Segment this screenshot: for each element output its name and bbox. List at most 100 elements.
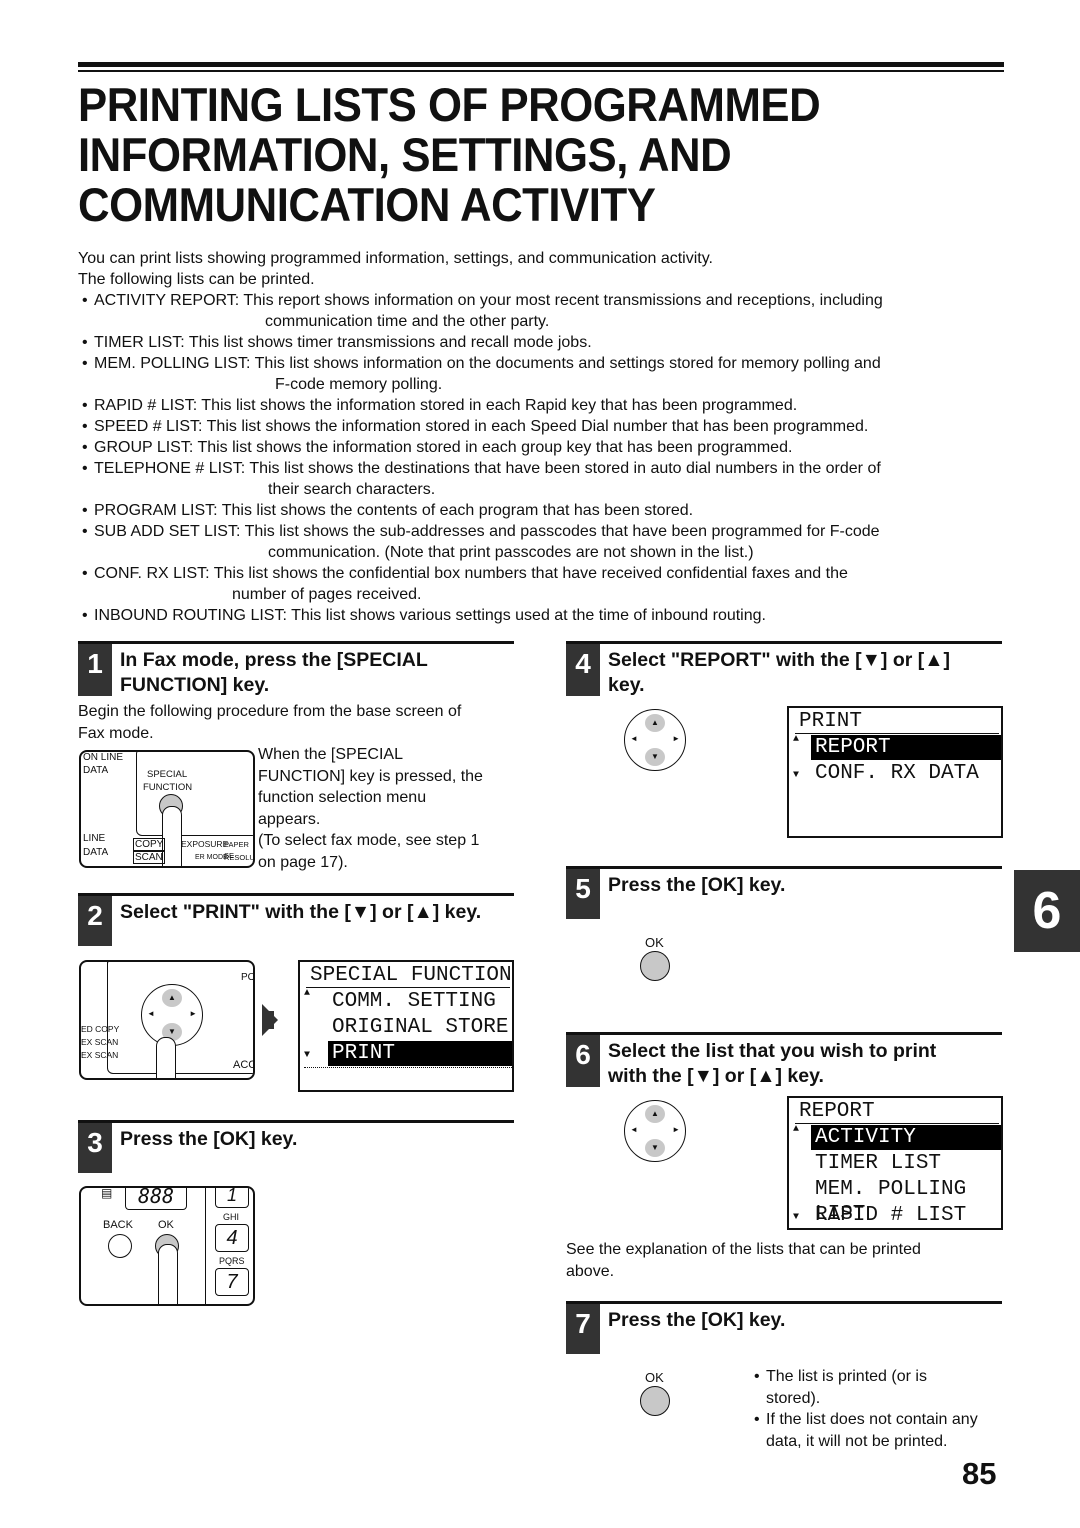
scroll-up-icon: ▲ (793, 1124, 800, 1135)
lcd-menu-item-selected[interactable]: REPORT (811, 735, 1001, 760)
page-title-line: COMMUNICATION ACTIVITY (78, 178, 656, 231)
list-item: PROGRAM LIST: This list shows the conten… (80, 500, 1005, 521)
list-item: INBOUND ROUTING LIST: This list shows va… (80, 605, 1005, 626)
lcd-special-function: SPECIAL FUNCTION ▲ COMM. SETTING ORIGINA… (298, 960, 514, 1092)
intro-line: You can print lists showing programmed i… (78, 250, 713, 267)
step-4-header: 4 Select "REPORT" with the [▼] or [▲] ke… (566, 641, 1002, 698)
left-arrow-icon: ◄ (630, 1125, 638, 1134)
lcd-title: PRINT (799, 710, 863, 733)
step-7-notes: The list is printed (or isstored). If th… (752, 1366, 1012, 1452)
right-arrow-icon: ► (189, 1009, 197, 1018)
left-arrow-icon: ◄ (630, 734, 638, 743)
lcd-menu-item[interactable]: TIMER LIST (811, 1151, 1001, 1176)
scroll-down-icon: ▼ (793, 1212, 800, 1223)
note-item: If the list does not contain anydata, it… (752, 1409, 1012, 1452)
dpad-panel-illustration: ▲ ◄ ► ▼ ED COPY EX SCAN EX SCAN PO ACC (79, 960, 255, 1080)
down-arrow-key[interactable]: ▼ (645, 1139, 665, 1157)
finger-icon (162, 806, 182, 866)
chapter-tab: 6 (1014, 870, 1080, 952)
right-arrow-icon: ► (672, 734, 680, 743)
up-arrow-key[interactable]: ▲ (162, 989, 182, 1007)
header-rule-thick (78, 62, 1004, 67)
step-7-header: 7 Press the [OK] key. (566, 1301, 1002, 1356)
page-number: 85 (962, 1456, 997, 1491)
step-number: 7 (566, 1304, 600, 1354)
ok-key-label: OK (645, 1370, 664, 1385)
step-title: Press the [OK] key. (608, 1309, 786, 1331)
list-item: TIMER LIST: This list shows timer transm… (80, 332, 1005, 353)
step-title: Select "REPORT" with the [▼] or [▲] key. (608, 649, 951, 696)
list-descriptions: ACTIVITY REPORT: This report shows infor… (80, 290, 1005, 626)
step-number: 5 (566, 869, 600, 919)
step-title: Select "PRINT" with the [▼] or [▲] key. (120, 901, 482, 923)
page-title-line: PRINTING LISTS OF PROGRAMMED (78, 78, 821, 131)
list-item: TELEPHONE # LIST: This list shows the de… (80, 458, 1005, 500)
dpad[interactable]: ▲ ◄ ► ▼ (141, 984, 203, 1046)
key-1[interactable]: 1 (215, 1188, 249, 1208)
right-arrow-icon: ► (672, 1125, 680, 1134)
special-function-panel-illustration: ON LINE DATA SPECIAL FUNCTION LINE DATA … (79, 750, 255, 868)
up-arrow-key[interactable]: ▲ (645, 714, 665, 732)
lcd-title: REPORT (799, 1100, 875, 1123)
lcd-menu-item-selected[interactable]: PRINT (328, 1041, 512, 1066)
lcd-menu-item[interactable]: RAPID # LIST (811, 1203, 1001, 1228)
key-7[interactable]: 7 (215, 1268, 249, 1296)
list-item: SPEED # LIST: This list shows the inform… (80, 416, 1005, 437)
intro-text: You can print lists showing programmed i… (78, 248, 713, 290)
scroll-up-icon: ▲ (793, 734, 800, 745)
page-title: PRINTING LISTS OF PROGRAMMED INFORMATION… (78, 80, 952, 230)
step-number: 6 (566, 1035, 600, 1087)
down-arrow-key[interactable]: ▼ (645, 748, 665, 766)
key-4[interactable]: 4 (215, 1224, 249, 1252)
back-key[interactable] (108, 1234, 132, 1258)
scroll-down-icon: ▼ (793, 770, 800, 781)
header-rule-thin (78, 70, 1004, 72)
step-1-header: 1 In Fax mode, press the [SPECIAL FUNCTI… (78, 641, 514, 698)
step-number: 4 (566, 644, 600, 696)
list-item: RAPID # LIST: This list shows the inform… (80, 395, 1005, 416)
ok-key-label: OK (645, 935, 664, 950)
lcd-menu-item[interactable]: CONF. RX DATA (811, 761, 1001, 786)
finger-icon (158, 1244, 178, 1304)
scroll-down-icon: ▼ (304, 1050, 311, 1061)
step-number: 3 (78, 1123, 112, 1173)
list-item: SUB ADD SET LIST: This list shows the su… (80, 521, 1005, 563)
list-item: GROUP LIST: This list shows the informat… (80, 437, 1005, 458)
lcd-menu-item[interactable]: ORIGINAL STORE (328, 1015, 512, 1040)
lcd-menu-item[interactable]: COMM. SETTING (328, 989, 512, 1014)
step-number: 1 (78, 644, 112, 696)
ok-key[interactable] (640, 951, 670, 981)
step-6-body: See the explanation of the lists that ca… (566, 1241, 921, 1280)
step-6-header: 6 Select the list that you wish to print… (566, 1032, 1002, 1089)
finger-icon (156, 1037, 176, 1078)
scroll-up-icon: ▲ (304, 988, 311, 999)
list-item: ACTIVITY REPORT: This report shows infor… (80, 290, 1005, 332)
list-item: CONF. RX LIST: This list shows the confi… (80, 563, 1005, 605)
step-title: Select the list that you wish to print w… (608, 1040, 937, 1087)
ok-panel-illustration: ▤ 888 BACK OK 1 GHI 4 PQRS 7 (79, 1186, 255, 1306)
lcd-title: SPECIAL FUNCTION (310, 964, 512, 987)
lcd-report-menu: REPORT ▲ ACTIVITY REPORT TIMER LIST MEM.… (787, 1096, 1003, 1230)
copy-icon: ▤ (101, 1186, 113, 1200)
ok-key[interactable] (640, 1386, 670, 1416)
up-arrow-key[interactable]: ▲ (645, 1105, 665, 1123)
left-arrow-icon: ◄ (147, 1009, 155, 1018)
list-item: MEM. POLLING LIST: This list shows infor… (80, 353, 1005, 395)
step-title: Press the [OK] key. (120, 1128, 298, 1150)
step-title: Press the [OK] key. (608, 874, 786, 896)
step-1-side-text: When the [SPECIAL FUNCTION] key is press… (258, 746, 483, 871)
page-title-line: INFORMATION, SETTINGS, AND (78, 128, 732, 181)
step-5-header: 5 Press the [OK] key. (566, 866, 1002, 921)
lcd-menu-item-selected[interactable]: ACTIVITY REPORT (811, 1125, 1001, 1174)
note-item: The list is printed (or isstored). (752, 1366, 1012, 1409)
lcd-print-menu: PRINT ▲ REPORT CONF. RX DATA ▼ (787, 706, 1003, 838)
intro-line: The following lists can be printed. (78, 271, 315, 288)
step-1-body: Begin the following procedure from the b… (78, 703, 462, 742)
step-2-header: 2 Select "PRINT" with the [▼] or [▲] key… (78, 893, 514, 948)
step-3-header: 3 Press the [OK] key. (78, 1120, 514, 1175)
step-title: In Fax mode, press the [SPECIAL FUNCTION… (120, 649, 428, 696)
lcd-menu-item[interactable]: MEM. POLLING LIST (811, 1177, 1001, 1226)
dpad[interactable]: ▲ ◄ ► ▼ (624, 1100, 686, 1162)
dpad[interactable]: ▲ ◄ ► ▼ (624, 709, 686, 771)
counter-display: 888 (125, 1188, 187, 1210)
